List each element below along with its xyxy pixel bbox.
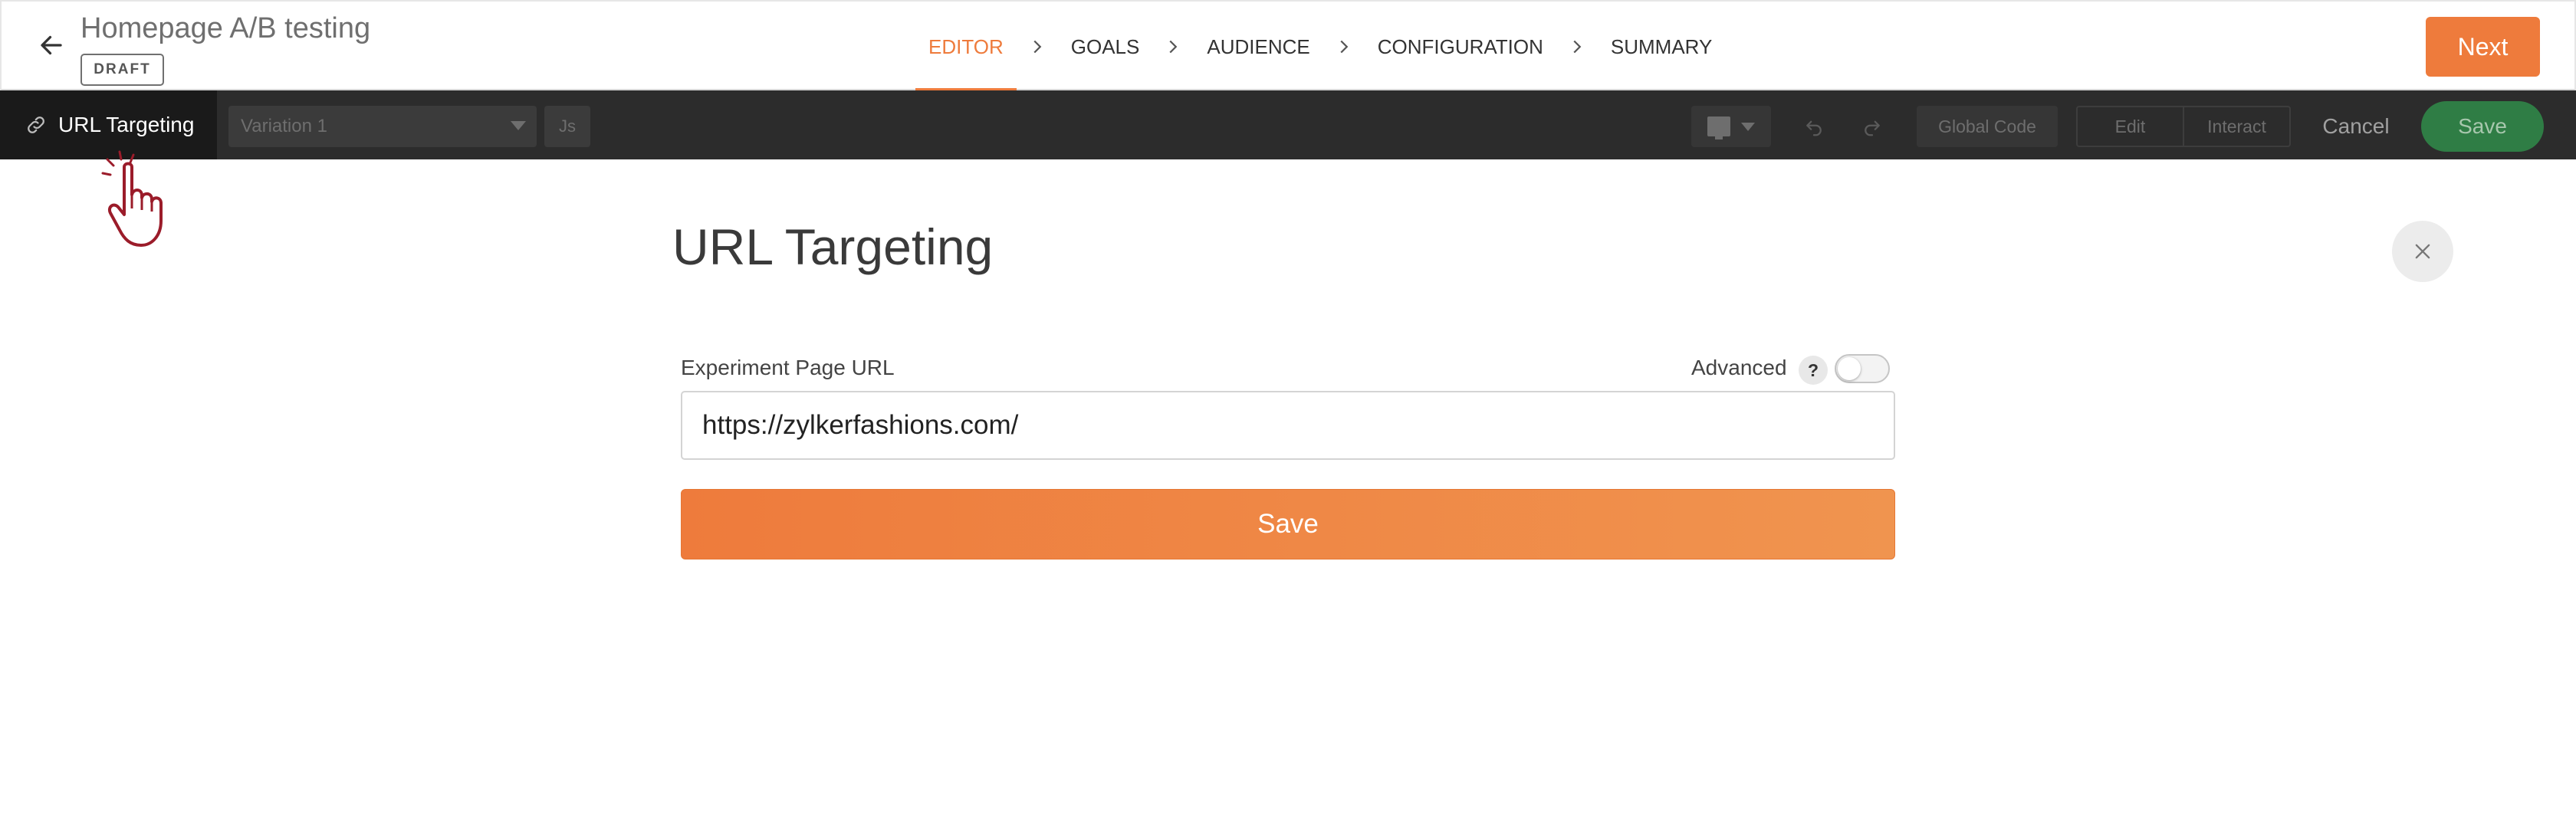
step-configuration[interactable]: CONFIGURATION [1365,2,1556,92]
url-targeting-label: URL Targeting [58,113,195,136]
global-code-button[interactable]: Global Code [1917,106,2058,147]
status-badge: DRAFT [80,54,164,86]
step-editor[interactable]: EDITOR [915,2,1017,92]
arrow-left-icon [41,35,62,55]
redo-icon [1865,120,1880,136]
edit-mode-button[interactable]: Edit [2078,107,2183,146]
device-selector[interactable] [1691,106,1771,147]
page-title: Homepage A/B testing [80,12,371,44]
step-audience[interactable]: AUDIENCE [1194,2,1322,92]
top-header: Homepage A/B testing DRAFT EDITOR GOALS … [0,0,2576,92]
step-goals[interactable]: GOALS [1058,2,1153,92]
chevron-right-icon [1556,2,1598,92]
undo-icon [1806,120,1822,136]
link-icon [28,116,44,133]
cancel-button[interactable]: Cancel [2306,106,2406,147]
interact-mode-button[interactable]: Interact [2183,107,2289,146]
advanced-label: Advanced [1691,356,1787,379]
experiment-url-input[interactable] [681,391,1895,460]
variation-select-value: Variation 1 [241,116,327,136]
chevron-right-icon [1152,2,1194,92]
step-summary[interactable]: SUMMARY [1598,2,1725,92]
chevron-right-icon [1017,2,1058,92]
experiment-url-label: Experiment Page URL [681,356,895,379]
chevron-right-icon [1323,2,1365,92]
desktop-monitor-icon [1707,116,1730,139]
save-button[interactable]: Save [681,489,1895,559]
editor-toolbar: URL Targeting Variation 1 Js Global Code… [0,90,2576,159]
step-navigation: EDITOR GOALS AUDIENCE CONFIGURATION SUMM… [915,2,1725,92]
redo-button[interactable] [1849,106,1895,147]
next-button[interactable]: Next [2426,17,2540,77]
toggle-knob [1838,357,1861,380]
advanced-toggle[interactable] [1835,354,1890,383]
caret-down-icon [511,121,526,130]
panel-heading: URL Targeting [672,218,994,275]
close-icon [2415,244,2430,259]
toolbar-save-button[interactable]: Save [2421,101,2544,152]
url-targeting-tab[interactable]: URL Targeting [0,90,217,159]
close-button[interactable] [2392,221,2453,282]
undo-button[interactable] [1791,106,1837,147]
back-button[interactable] [32,26,71,64]
js-button[interactable]: Js [544,106,590,147]
variation-select[interactable]: Variation 1 [228,106,537,147]
mode-toggle-group: Edit Interact [2076,106,2291,147]
hand-pointer-icon [101,150,163,247]
help-icon[interactable]: ? [1799,356,1828,385]
caret-down-icon [1741,122,1755,131]
